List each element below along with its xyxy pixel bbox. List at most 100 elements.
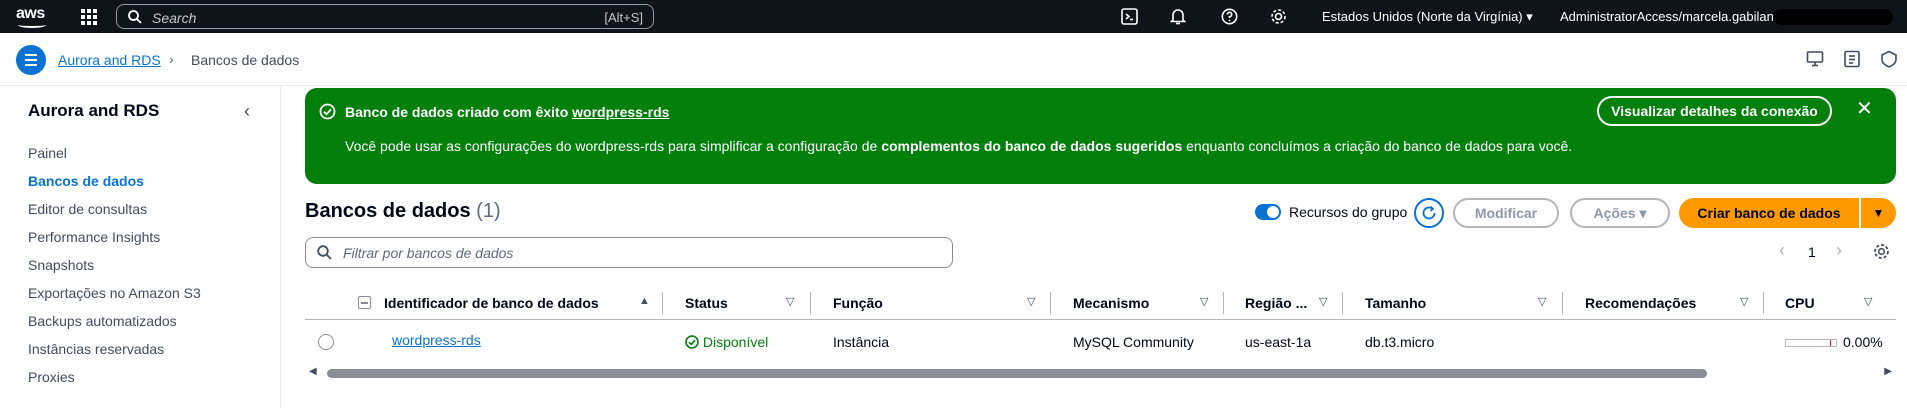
status-text: Disponível [702, 334, 769, 350]
collapse-sidebar-chevron-left-icon[interactable]: ‹ [244, 101, 250, 122]
navigation-menu-button[interactable] [16, 45, 46, 75]
scroll-left-icon[interactable]: ◀ [309, 366, 317, 377]
filter-placeholder: Filtrar por bancos de dados [343, 245, 514, 261]
filter-icon[interactable]: ▽ [1027, 295, 1035, 308]
settings-gear-icon[interactable] [1270, 8, 1287, 25]
page-next-chevron-icon[interactable]: › [1836, 240, 1842, 261]
db-identifier-link[interactable]: wordpress-rds [392, 332, 481, 348]
region-cell: us-east-1a [1245, 334, 1312, 350]
refresh-icon [1422, 205, 1436, 220]
hamburger-icon [25, 54, 37, 56]
status-badge: Disponível [685, 334, 768, 350]
table-header: Identificador de banco de dados ▲ Status… [305, 286, 1896, 320]
column-header-status[interactable]: Status [685, 295, 728, 311]
scroll-right-icon[interactable]: ▶ [1884, 366, 1892, 377]
success-flashbar: Banco de dados criado com êxito wordpres… [305, 88, 1896, 184]
sidebar-title: Aurora and RDS [28, 101, 160, 120]
aws-logo-smile [18, 22, 46, 28]
group-resources-toggle[interactable] [1255, 204, 1281, 220]
group-resources-label: Recursos do grupo [1289, 204, 1408, 220]
flash-title: Banco de dados criado com êxito wordpres… [345, 104, 669, 120]
notifications-bell-icon[interactable] [1170, 8, 1186, 25]
region-selector[interactable]: Estados Unidos (Norte da Virgínia) ▾ [1322, 9, 1533, 25]
databases-count: (1) [476, 200, 501, 222]
filter-databases-input[interactable]: Filtrar por bancos de dados [305, 237, 953, 268]
filter-icon[interactable]: ▽ [1319, 295, 1327, 308]
sidebar-item-bancos-de-dados[interactable]: Bancos de dados [28, 173, 144, 189]
sidebar-item-editor-de-consultas[interactable]: Editor de consultas [28, 201, 147, 217]
services-grid-icon[interactable] [81, 9, 97, 25]
table-row: wordpress-rds Disponível Instância MySQL… [305, 322, 1896, 364]
sort-ascending-icon[interactable]: ▲ [639, 295, 650, 307]
search-icon [128, 10, 142, 24]
sidebar-item-painel[interactable]: Painel [28, 145, 67, 161]
aws-logo-text: aws [16, 5, 45, 22]
search-placeholder: Search [152, 10, 197, 26]
breadcrumb-bar: Aurora and RDS › Bancos de dados [0, 33, 1907, 86]
status-available-check-icon [685, 335, 699, 349]
sidebar-item-instancias-reservadas[interactable]: Instâncias reservadas [28, 341, 164, 357]
sidebar-item-snapshots[interactable]: Snapshots [28, 257, 94, 273]
column-header-size[interactable]: Tamanho [1365, 295, 1426, 311]
info-panel-icon[interactable] [1843, 50, 1861, 68]
filter-icon[interactable]: ▽ [786, 295, 794, 308]
chevron-right-icon: › [169, 51, 174, 67]
databases-title-text: Bancos de dados [305, 200, 471, 222]
column-header-identifier[interactable]: Identificador de banco de dados [384, 295, 599, 311]
search-shortcut-hint: [Alt+S] [604, 10, 643, 25]
success-check-circle-icon [319, 103, 336, 120]
collapse-all-checkbox[interactable] [358, 296, 371, 309]
view-connection-details-button[interactable]: Visualizar detalhes da conexão [1597, 96, 1832, 126]
cpu-usage-bar [1785, 339, 1837, 347]
create-database-button[interactable]: Criar banco de dados [1679, 198, 1859, 228]
filter-icon[interactable]: ▽ [1740, 295, 1748, 308]
databases-section-title: Bancos de dados (1) [305, 200, 501, 223]
row-select-radio[interactable] [318, 334, 334, 350]
redacted-account-info [1773, 9, 1893, 25]
security-shield-icon[interactable] [1880, 50, 1898, 68]
global-search-input[interactable]: Search [Alt+S] [116, 4, 654, 29]
table-horizontal-scrollbar[interactable]: ◀ ▶ [305, 366, 1896, 380]
role-cell: Instância [833, 334, 890, 350]
aws-logo[interactable]: aws [16, 5, 52, 29]
breadcrumb-aurora-rds-link[interactable]: Aurora and RDS [58, 52, 161, 68]
flash-message-bold: complementos do banco de dados sugeridos [881, 138, 1183, 154]
sidebar-item-performance-insights[interactable]: Performance Insights [28, 229, 160, 245]
flash-message-suffix: enquanto concluímos a criação do banco d… [1182, 138, 1573, 154]
close-icon[interactable]: ✕ [1856, 96, 1873, 121]
sidebar-item-proxies[interactable]: Proxies [28, 369, 75, 385]
flash-message: Você pode usar as configurações do wordp… [345, 138, 1572, 154]
size-cell: db.t3.micro [1365, 334, 1435, 350]
flash-title-text: Banco de dados criado com êxito [345, 104, 573, 120]
column-header-cpu[interactable]: CPU [1785, 295, 1815, 311]
monitor-icon[interactable] [1806, 50, 1824, 68]
sidebar-item-exportacoes-s3[interactable]: Exportações no Amazon S3 [28, 285, 201, 301]
search-icon [317, 245, 332, 260]
scrollbar-thumb[interactable] [327, 369, 1707, 378]
top-navigation-bar: aws Search [Alt+S] Estados Unidos (Norte… [0, 0, 1907, 33]
column-header-role[interactable]: Função [833, 295, 883, 311]
table-preferences-gear-icon[interactable] [1873, 243, 1890, 260]
engine-cell: MySQL Community [1073, 334, 1194, 350]
column-header-region[interactable]: Região ... [1245, 295, 1307, 311]
breadcrumb-current-page: Bancos de dados [191, 52, 300, 68]
account-menu[interactable]: AdministratorAccess/marcela.gabilan [1560, 9, 1774, 24]
page-prev-chevron-icon[interactable]: ‹ [1779, 240, 1785, 261]
sidebar-item-backups-automatizados[interactable]: Backups automatizados [28, 313, 177, 329]
cloudshell-icon[interactable] [1121, 8, 1138, 25]
filter-icon[interactable]: ▽ [1538, 295, 1546, 308]
create-database-dropdown-caret-icon[interactable]: ▼ [1861, 198, 1896, 228]
cpu-cell: 0.00% [1843, 334, 1883, 350]
help-icon[interactable] [1221, 8, 1238, 25]
filter-icon[interactable]: ▽ [1864, 295, 1872, 308]
flash-message-prefix: Você pode usar as configurações do wordp… [345, 138, 882, 154]
column-header-engine[interactable]: Mecanismo [1073, 295, 1149, 311]
side-navigation: Aurora and RDS ‹ Painel Bancos de dados … [0, 86, 281, 408]
refresh-button[interactable] [1414, 198, 1444, 228]
page-number[interactable]: 1 [1808, 244, 1816, 260]
flash-db-link[interactable]: wordpress-rds [572, 104, 669, 120]
actions-dropdown-button[interactable]: Ações ▾ [1570, 198, 1670, 228]
filter-icon[interactable]: ▽ [1200, 295, 1208, 308]
modify-button[interactable]: Modificar [1453, 198, 1559, 228]
column-header-recommendations[interactable]: Recomendações [1585, 295, 1696, 311]
